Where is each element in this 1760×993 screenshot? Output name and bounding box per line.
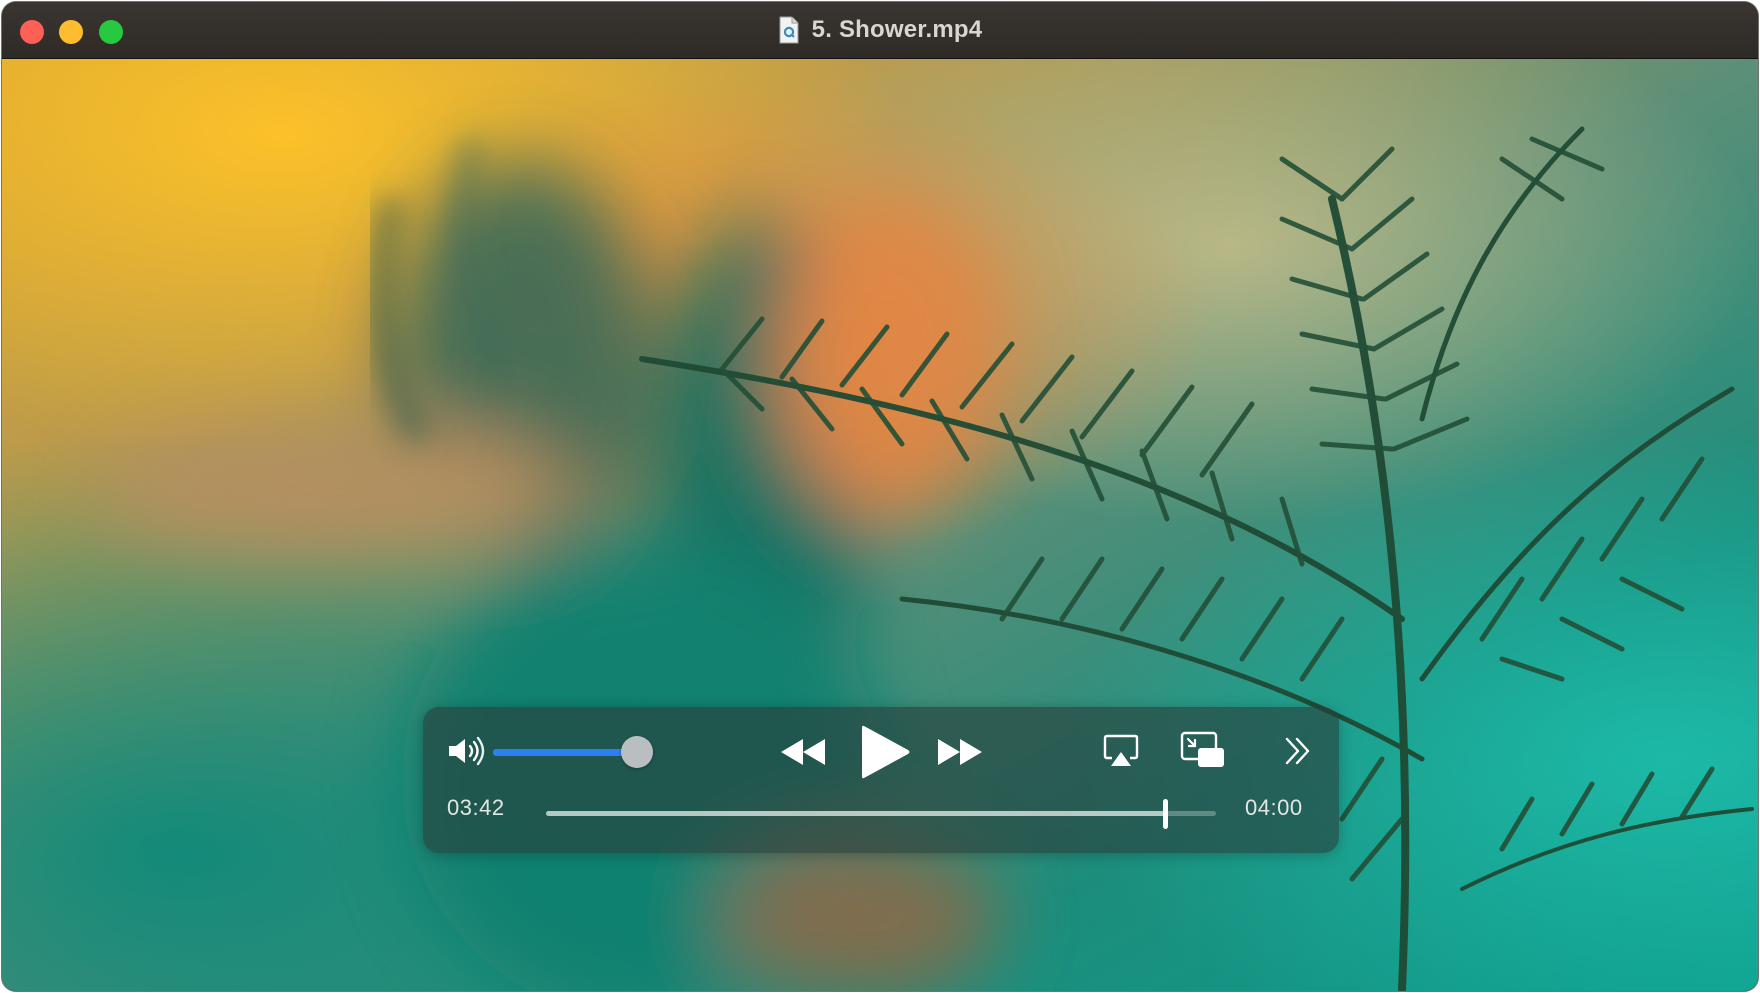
player-window: 5. Shower.mp4 03:42 04:00 — [2, 2, 1758, 991]
title-bar[interactable]: 5. Shower.mp4 — [2, 2, 1758, 59]
airplay-icon — [1103, 734, 1139, 766]
elapsed-time: 03:42 — [447, 795, 505, 820]
playback-controls: 03:42 04:00 — [423, 707, 1339, 853]
video-frame[interactable]: 03:42 04:00 — [2, 59, 1758, 991]
fast-forward-icon — [938, 739, 982, 765]
picture-in-picture-icon — [1180, 731, 1224, 767]
total-duration: 04:00 — [1245, 795, 1303, 820]
more-controls-button[interactable] — [1283, 736, 1313, 766]
play-icon — [862, 725, 910, 779]
picture-in-picture-button[interactable] — [1180, 731, 1226, 769]
timeline-playhead[interactable] — [1163, 799, 1169, 829]
window-title-group: 5. Shower.mp4 — [2, 2, 1758, 58]
volume-slider-knob[interactable] — [621, 736, 654, 768]
fast-forward-button[interactable] — [936, 735, 984, 769]
volume-slider-fill — [493, 749, 638, 756]
play-button[interactable] — [856, 723, 912, 781]
video-document-icon — [779, 16, 799, 44]
timeline-progress-fill — [546, 811, 1166, 816]
window-title: 5. Shower.mp4 — [811, 16, 983, 43]
double-chevron-right-icon — [1285, 737, 1310, 765]
rewind-button[interactable] — [779, 735, 827, 769]
speaker-volume-icon[interactable] — [447, 736, 485, 766]
rewind-icon — [781, 739, 825, 765]
airplay-button[interactable] — [1103, 733, 1139, 769]
